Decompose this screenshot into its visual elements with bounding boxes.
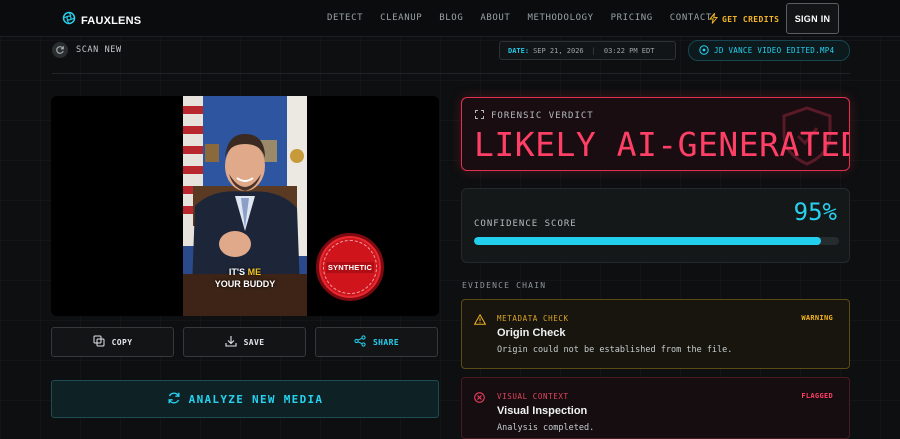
evidence-description: Analysis completed. xyxy=(497,423,595,433)
evidence-status-badge: WARNING xyxy=(801,314,833,322)
caption-line2: YOUR BUDDY xyxy=(214,279,276,289)
scan-new-button[interactable]: SCAN NEW xyxy=(52,42,122,58)
evidence-chain-title: EVIDENCE CHAIN xyxy=(462,281,547,290)
confidence-bar-fill xyxy=(474,237,821,245)
scan-new-label: SCAN NEW xyxy=(76,45,122,55)
caption-line1b: ME xyxy=(247,267,262,277)
share-button[interactable]: SHARE xyxy=(315,327,438,357)
share-label: SHARE xyxy=(372,337,400,347)
brand-name: FAUXLENS xyxy=(81,14,142,27)
evidence-category: METADATA CHECK xyxy=(497,314,569,323)
save-label: SAVE xyxy=(243,337,265,347)
evidence-item-metadata[interactable]: METADATA CHECK WARNING Origin Check Orig… xyxy=(461,299,850,369)
date-key: DATE: xyxy=(508,46,530,55)
film-icon xyxy=(699,44,709,57)
file-name: JD VANCE VIDEO EDITED.MP4 xyxy=(714,46,835,55)
refresh-icon xyxy=(167,391,181,408)
analyze-new-media-button[interactable]: ANALYZE NEW MEDIA xyxy=(51,380,439,418)
verdict-label-row: FORENSIC VERDICT xyxy=(475,110,594,122)
confidence-label: CONFIDENCE SCORE xyxy=(474,219,577,229)
lightning-icon xyxy=(708,11,719,26)
video-caption: IT'S ME YOUR BUDDY xyxy=(183,266,307,290)
save-button[interactable]: SAVE xyxy=(183,327,306,357)
confidence-value: 95% xyxy=(793,198,837,226)
top-nav: FAUXLENS DETECT CLEANUP BLOG ABOUT METHO… xyxy=(0,0,900,37)
aperture-icon xyxy=(62,11,76,30)
analyze-label: ANALYZE NEW MEDIA xyxy=(188,392,324,406)
date-divider: | xyxy=(591,46,596,55)
scan-frame-icon xyxy=(475,110,484,122)
confidence-bar xyxy=(474,237,839,245)
download-icon xyxy=(225,335,237,349)
nav-link-pricing[interactable]: PRICING xyxy=(611,13,653,23)
media-preview: IT'S ME YOUR BUDDY SYNTHETIC xyxy=(51,96,439,316)
verdict-label: FORENSIC VERDICT xyxy=(491,111,594,121)
x-circle-icon xyxy=(474,390,485,408)
evidence-title: Origin Check xyxy=(497,327,566,339)
confidence-card: CONFIDENCE SCORE 95% xyxy=(461,188,850,263)
verdict-value: LIKELY AI-GENERATED xyxy=(474,125,850,164)
nav-links: DETECT CLEANUP BLOG ABOUT METHODOLOGY PR… xyxy=(327,13,729,23)
nav-link-about[interactable]: ABOUT xyxy=(480,13,510,23)
get-credits-label: GET CREDITS xyxy=(722,15,780,24)
copy-button[interactable]: COPY xyxy=(51,327,174,357)
nav-link-methodology[interactable]: METHODOLOGY xyxy=(527,13,593,23)
divider xyxy=(52,73,850,74)
share-icon xyxy=(354,335,366,349)
date-value: SEP 21, 2026 xyxy=(533,46,584,55)
brand-logo[interactable]: FAUXLENS xyxy=(62,11,141,30)
evidence-item-visual[interactable]: VISUAL CONTEXT FLAGGED Visual Inspection… xyxy=(461,377,850,439)
copy-label: COPY xyxy=(111,337,133,347)
caption-line1a: IT'S xyxy=(228,267,248,277)
nav-link-blog[interactable]: BLOG xyxy=(439,13,463,23)
evidence-status-badge: FLAGGED xyxy=(801,392,833,400)
refresh-icon xyxy=(52,42,68,58)
nav-link-contact[interactable]: CONTACT xyxy=(670,13,712,23)
badge-ring: SYNTHETIC xyxy=(323,240,377,294)
synthetic-badge-label: SYNTHETIC xyxy=(325,261,375,273)
copy-icon xyxy=(93,335,105,349)
forensic-verdict-card: FORENSIC VERDICT LIKELY AI-GENERATED xyxy=(461,97,850,171)
evidence-description: Origin could not be established from the… xyxy=(497,345,733,355)
get-credits-link[interactable]: GET CREDITS xyxy=(708,11,780,26)
date-chip: DATE: SEP 21, 2026 | 03:22 PM EDT xyxy=(499,41,676,60)
sign-in-button[interactable]: SIGN IN xyxy=(786,3,839,34)
nav-link-cleanup[interactable]: CLEANUP xyxy=(380,13,422,23)
time-value: 03:22 PM EDT xyxy=(603,46,655,55)
file-chip[interactable]: JD VANCE VIDEO EDITED.MP4 xyxy=(688,40,850,61)
warning-triangle-icon xyxy=(473,312,487,330)
nav-link-detect[interactable]: DETECT xyxy=(327,13,363,23)
evidence-title: Visual Inspection xyxy=(497,405,588,417)
evidence-category: VISUAL CONTEXT xyxy=(497,392,569,401)
video-frame: IT'S ME YOUR BUDDY xyxy=(183,96,307,316)
synthetic-badge: SYNTHETIC xyxy=(316,233,384,301)
